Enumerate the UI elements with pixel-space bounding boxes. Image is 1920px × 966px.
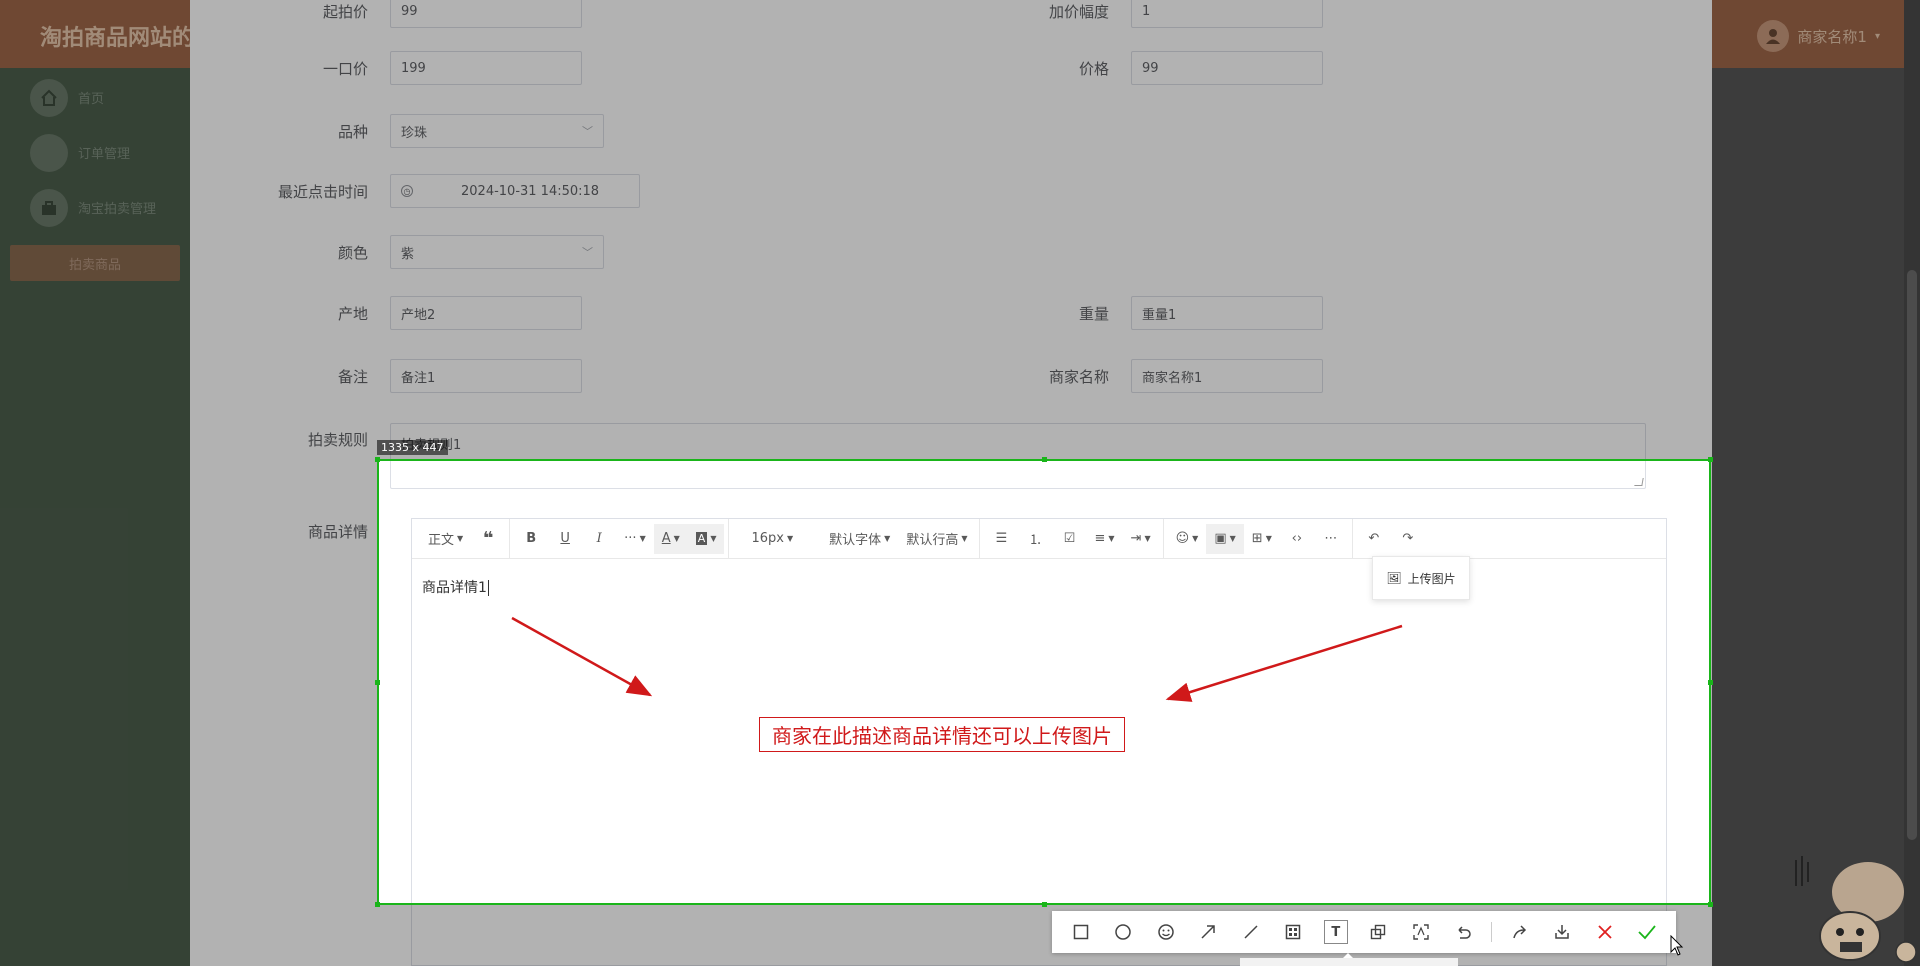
ellipse-icon[interactable] <box>1104 914 1141 950</box>
emoji-stamp-icon[interactable] <box>1147 914 1184 950</box>
rectangle-icon[interactable] <box>1062 914 1099 950</box>
capture-selection[interactable] <box>377 459 1711 905</box>
resize-handle[interactable] <box>375 902 380 907</box>
mosaic-icon[interactable] <box>1274 914 1311 950</box>
resize-handle[interactable] <box>1708 902 1713 907</box>
line-tool-icon[interactable] <box>1232 914 1269 950</box>
capture-dim-right <box>1711 459 1920 905</box>
share-icon[interactable] <box>1501 914 1538 950</box>
toolbar-divider <box>1491 922 1493 942</box>
arrow-tool-icon[interactable] <box>1189 914 1226 950</box>
resize-handle[interactable] <box>1708 457 1713 462</box>
capture-toolbar: T <box>1052 911 1676 953</box>
capture-dim-top <box>0 0 1920 459</box>
capture-sub-panel <box>1240 958 1458 966</box>
mouse-cursor-icon <box>1670 935 1684 956</box>
text-tool-icon[interactable]: T <box>1323 920 1348 944</box>
resize-handle[interactable] <box>375 457 380 462</box>
resize-handle[interactable] <box>1708 680 1713 685</box>
undo-icon[interactable] <box>1445 914 1482 950</box>
capture-dim-left <box>0 459 377 905</box>
cancel-icon[interactable] <box>1586 914 1623 950</box>
resize-handle[interactable] <box>1042 457 1047 462</box>
mascot-icon <box>1795 856 1917 963</box>
capture-size-label: 1335 x 447 <box>377 440 448 455</box>
ocr-icon[interactable] <box>1402 914 1439 950</box>
copy-icon[interactable] <box>1360 914 1397 950</box>
confirm-icon[interactable] <box>1629 914 1666 950</box>
resize-handle[interactable] <box>375 680 380 685</box>
save-icon[interactable] <box>1544 914 1581 950</box>
resize-handle[interactable] <box>1042 902 1047 907</box>
